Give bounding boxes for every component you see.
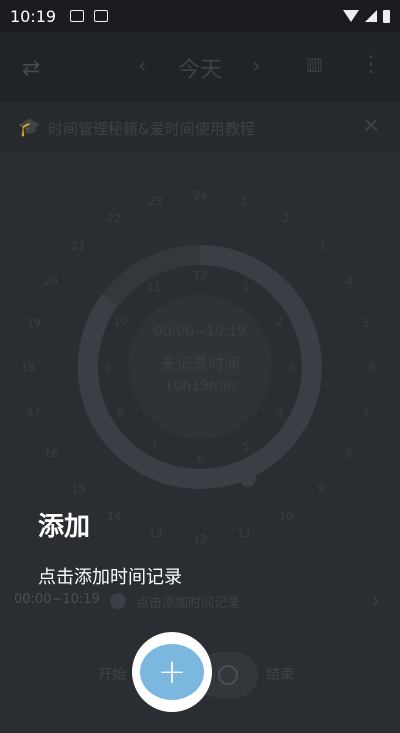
tutorial-overlay: 添加 点击添加时间记录 + <box>0 0 400 733</box>
tutorial-title: 添加 <box>38 512 91 542</box>
app-screen: 10:19 ⇄ ‹ 今天 › ▥ ⋮ 🎓 时间管理秘籍&爱时间使用教程 ✕ 24… <box>0 0 400 733</box>
add-record-button[interactable]: + <box>140 644 204 700</box>
plus-icon: + <box>157 652 187 692</box>
tutorial-description: 点击添加时间记录 <box>38 567 182 588</box>
